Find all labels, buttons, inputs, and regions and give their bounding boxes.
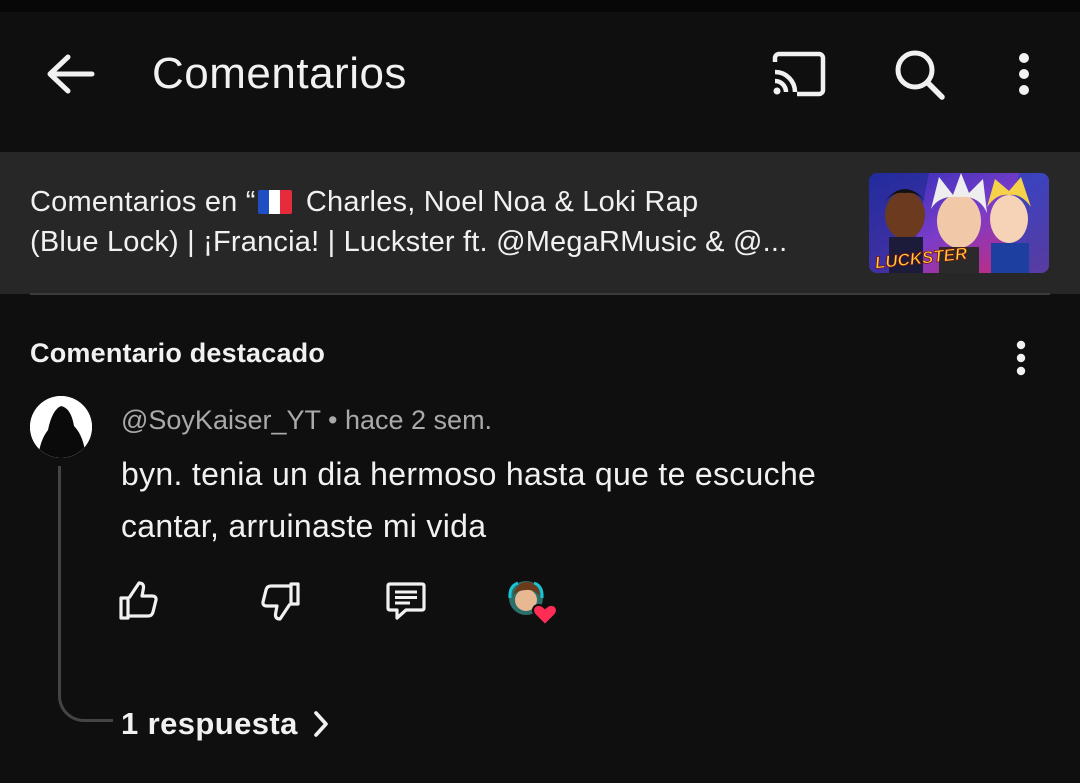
- comment-author[interactable]: @SoyKaiser_YT: [121, 405, 321, 435]
- replies-count-label: 1 respuesta: [121, 706, 298, 741]
- video-title-line-2: (Blue Lock) | ¡Francia! | Luckster ft. @…: [30, 226, 788, 258]
- back-arrow-icon: [47, 54, 95, 94]
- thumb-down-icon: [261, 582, 300, 621]
- thumb-up-icon: [119, 581, 158, 620]
- reply-button[interactable]: [381, 576, 431, 626]
- france-flag-icon: [257, 190, 292, 214]
- comment-time: hace 2 sem.: [344, 405, 493, 435]
- status-bar-edge: [0, 0, 1080, 12]
- dislike-button[interactable]: [256, 576, 306, 626]
- video-title: Comentarios en “ Charles, Noel Noa & Lok…: [30, 182, 860, 262]
- reply-thread-line: [58, 466, 113, 722]
- video-context-banner[interactable]: Comentarios en “ Charles, Noel Noa & Lok…: [0, 152, 1080, 294]
- video-title-line-1: Charles, Noel Noa & Loki Rap: [297, 186, 699, 218]
- view-replies-button[interactable]: 1 respuesta: [121, 702, 330, 746]
- page-title: Comentarios: [152, 49, 407, 98]
- creator-heart-badge: [506, 578, 562, 630]
- meta-separator: •: [328, 405, 338, 435]
- search-icon: [895, 50, 945, 100]
- like-button[interactable]: [113, 576, 163, 626]
- chevron-right-icon: [312, 709, 330, 739]
- back-button[interactable]: [40, 48, 100, 100]
- comment-text: byn. tenia un dia hermoso hasta que te e…: [121, 448, 1001, 552]
- cast-button[interactable]: [766, 44, 832, 104]
- hooded-figure-avatar-icon: [30, 396, 92, 458]
- divider: [30, 293, 1050, 295]
- search-button[interactable]: [888, 44, 950, 104]
- video-thumbnail[interactable]: LUCKSTER: [869, 173, 1049, 273]
- more-vert-icon: [1016, 340, 1026, 376]
- reply-comment-icon: [386, 582, 426, 620]
- comment-more-options-button[interactable]: [1002, 336, 1040, 380]
- comment-text-line-2: cantar, arruinaste mi vida: [121, 508, 487, 544]
- comment-text-line-1: byn. tenia un dia hermoso hasta que te e…: [121, 456, 817, 492]
- cast-icon: [772, 51, 826, 97]
- banner-prefix: Comentarios en “: [30, 186, 256, 218]
- featured-comment-label: Comentario destacado: [30, 338, 326, 368]
- more-vert-icon: [1019, 53, 1029, 95]
- more-options-button[interactable]: [1004, 44, 1044, 104]
- creator-heart-icon: [508, 581, 558, 627]
- avatar[interactable]: [30, 396, 92, 458]
- comment-meta: @SoyKaiser_YT • hace 2 sem.: [121, 402, 492, 438]
- app-bar: Comentarios: [0, 12, 1080, 140]
